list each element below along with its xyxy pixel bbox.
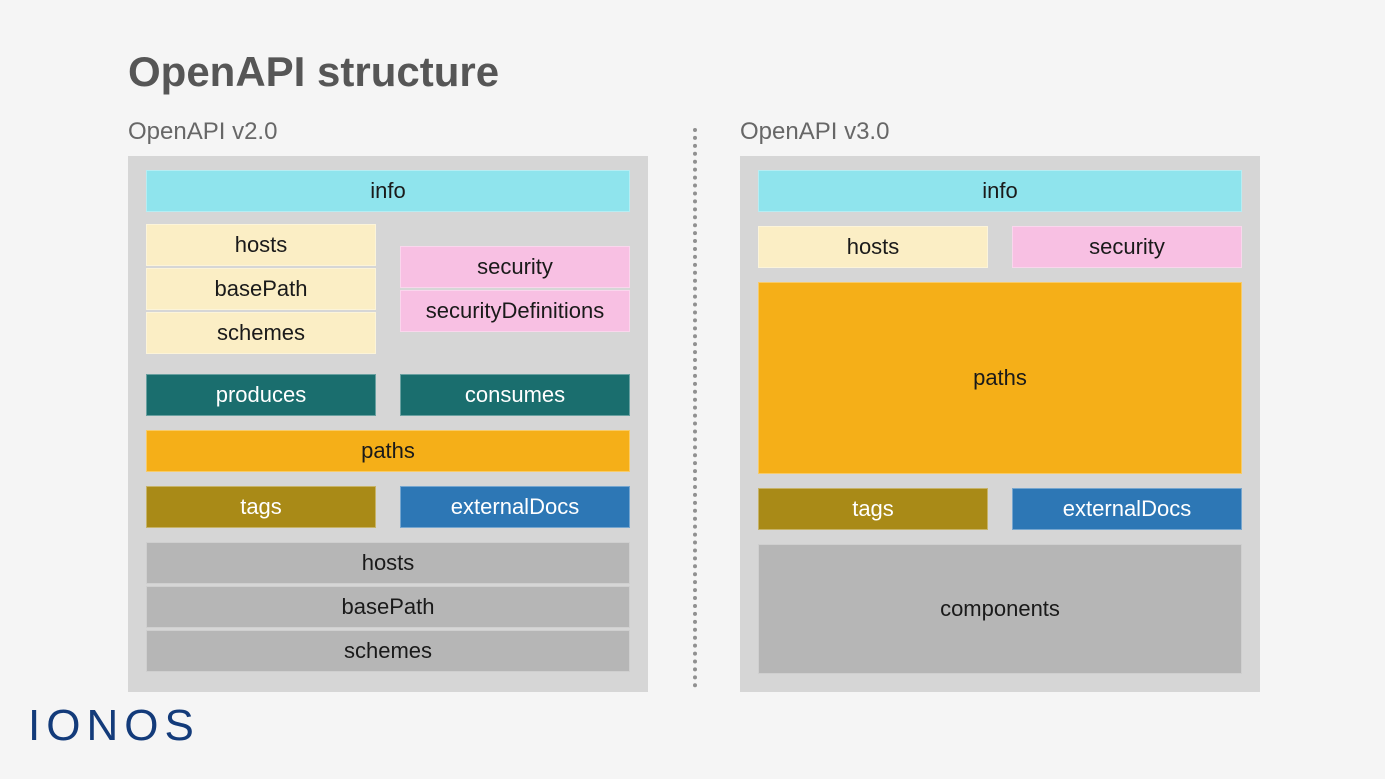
v2-externaldocs-box: externalDocs bbox=[400, 486, 630, 528]
v3-components-box: components bbox=[758, 544, 1242, 674]
ionos-logo: IONOS bbox=[28, 701, 200, 751]
v3-tags-box: tags bbox=[758, 488, 988, 530]
v2-security-box: security bbox=[400, 246, 630, 288]
v3-externaldocs-box: externalDocs bbox=[1012, 488, 1242, 530]
v2-panel: info hosts basePath schemes security sec… bbox=[128, 156, 648, 692]
v2-footer-basepath-box: basePath bbox=[146, 586, 630, 628]
diagram-title: OpenAPI structure bbox=[128, 48, 499, 96]
v3-heading: OpenAPI v3.0 bbox=[740, 118, 1260, 146]
openapi-v2-column: OpenAPI v2.0 info hosts basePath schemes… bbox=[128, 118, 648, 692]
openapi-v3-column: OpenAPI v3.0 info hosts security paths t… bbox=[740, 118, 1260, 692]
v2-heading: OpenAPI v2.0 bbox=[128, 118, 648, 146]
v2-produces-box: produces bbox=[146, 374, 376, 416]
v2-consumes-box: consumes bbox=[400, 374, 630, 416]
column-divider bbox=[693, 128, 697, 688]
v3-info-box: info bbox=[758, 170, 1242, 212]
v2-schemes-box: schemes bbox=[146, 312, 376, 354]
v2-footer-schemes-box: schemes bbox=[146, 630, 630, 672]
v3-panel: info hosts security paths tags externalD… bbox=[740, 156, 1260, 692]
v2-hosts-box: hosts bbox=[146, 224, 376, 266]
v2-tags-box: tags bbox=[146, 486, 376, 528]
v2-securitydefinitions-box: securityDefinitions bbox=[400, 290, 630, 332]
v2-info-box: info bbox=[146, 170, 630, 212]
v3-paths-box: paths bbox=[758, 282, 1242, 474]
v2-footer-hosts-box: hosts bbox=[146, 542, 630, 584]
v3-hosts-box: hosts bbox=[758, 226, 988, 268]
v2-paths-box: paths bbox=[146, 430, 630, 472]
v2-basepath-box: basePath bbox=[146, 268, 376, 310]
v3-security-box: security bbox=[1012, 226, 1242, 268]
